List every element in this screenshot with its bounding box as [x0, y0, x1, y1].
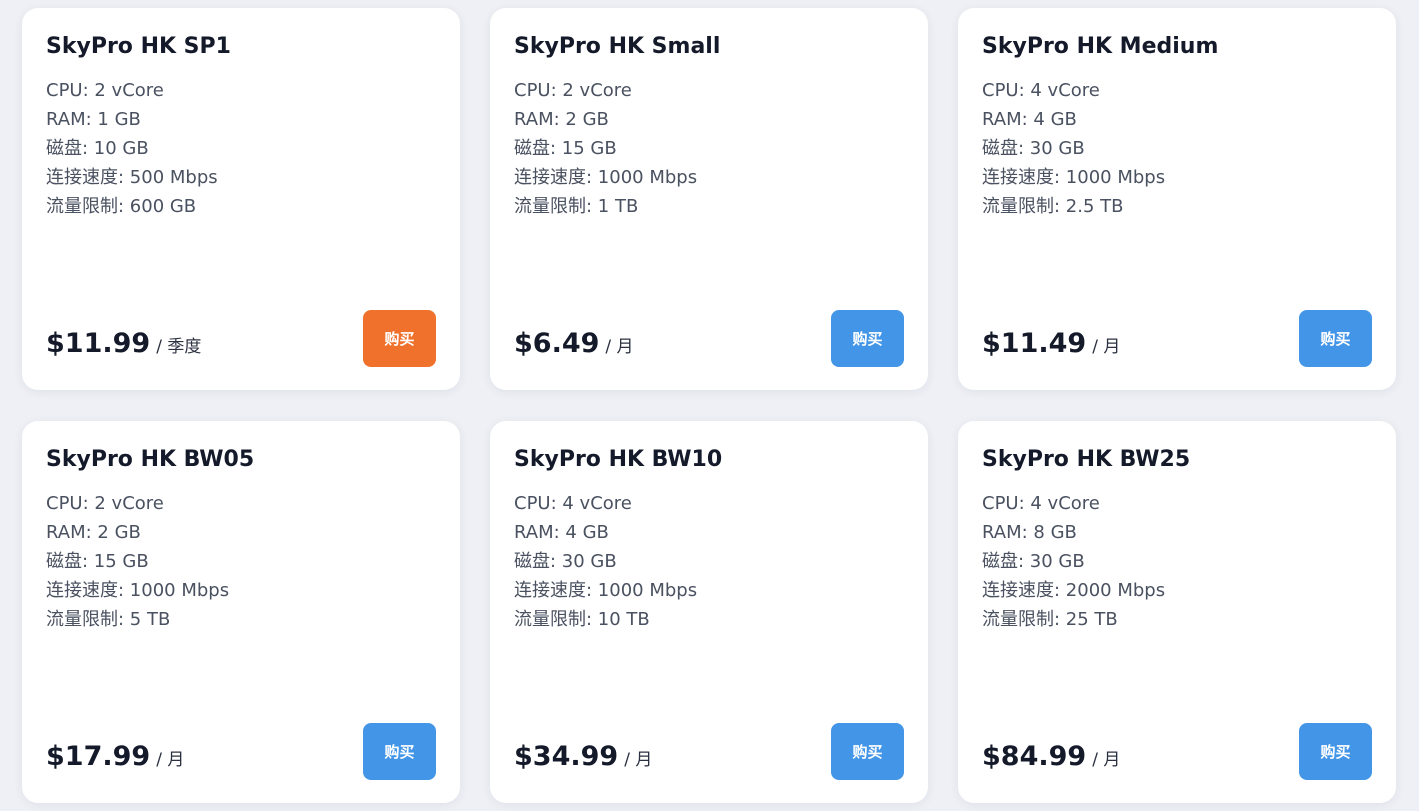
plan-card-small: SkyPro HK Small CPU: 2 vCore RAM: 2 GB 磁…: [490, 8, 928, 390]
billing-period: / 季度: [156, 337, 202, 357]
spec-disk: 磁盘: 30 GB: [982, 138, 1085, 159]
buy-button[interactable]: 购买: [363, 723, 436, 780]
buy-button[interactable]: 购买: [1299, 310, 1372, 367]
spec-disk: 磁盘: 30 GB: [514, 551, 617, 572]
plan-price: $11.99: [46, 328, 151, 359]
plan-specs: CPU: 4 vCore RAM: 8 GB 磁盘: 30 GB 连接速度: 2…: [982, 489, 1165, 634]
plan-specs: CPU: 2 vCore RAM: 2 GB 磁盘: 15 GB 连接速度: 1…: [514, 76, 697, 221]
plan-card-medium: SkyPro HK Medium CPU: 4 vCore RAM: 4 GB …: [958, 8, 1396, 390]
spec-traffic: 流量限制: 5 TB: [46, 609, 171, 630]
spec-traffic: 流量限制: 600 GB: [46, 196, 197, 217]
price-row: $17.99/ 月: [46, 741, 184, 772]
spec-traffic: 流量限制: 25 TB: [982, 609, 1118, 630]
buy-button[interactable]: 购买: [831, 723, 904, 780]
plan-name: SkyPro HK SP1: [46, 34, 231, 59]
buy-button[interactable]: 购买: [363, 310, 436, 367]
spec-speed: 连接速度: 1000 Mbps: [514, 580, 698, 601]
plan-name: SkyPro HK Small: [514, 34, 721, 59]
plan-specs: CPU: 4 vCore RAM: 4 GB 磁盘: 30 GB 连接速度: 1…: [514, 489, 697, 634]
spec-traffic: 流量限制: 10 TB: [514, 609, 650, 630]
plan-grid: SkyPro HK SP1 CPU: 2 vCore RAM: 1 GB 磁盘:…: [0, 0, 1419, 811]
spec-traffic: 流量限制: 2.5 TB: [982, 196, 1124, 217]
buy-button[interactable]: 购买: [831, 310, 904, 367]
spec-cpu: CPU: 2 vCore: [514, 80, 632, 101]
plan-card-bw10: SkyPro HK BW10 CPU: 4 vCore RAM: 4 GB 磁盘…: [490, 421, 928, 803]
spec-disk: 磁盘: 30 GB: [982, 551, 1085, 572]
plan-name: SkyPro HK BW05: [46, 447, 255, 472]
billing-period: / 月: [1092, 337, 1121, 357]
spec-ram: RAM: 4 GB: [514, 522, 609, 543]
plan-name: SkyPro HK Medium: [982, 34, 1219, 59]
price-row: $6.49/ 月: [514, 328, 634, 359]
plan-price: $84.99: [982, 741, 1087, 772]
price-row: $34.99/ 月: [514, 741, 652, 772]
spec-disk: 磁盘: 15 GB: [514, 138, 617, 159]
spec-cpu: CPU: 4 vCore: [514, 493, 632, 514]
spec-ram: RAM: 2 GB: [514, 109, 609, 130]
plan-price: $17.99: [46, 741, 151, 772]
plan-specs: CPU: 2 vCore RAM: 1 GB 磁盘: 10 GB 连接速度: 5…: [46, 76, 218, 221]
plan-specs: CPU: 2 vCore RAM: 2 GB 磁盘: 15 GB 连接速度: 1…: [46, 489, 229, 634]
plan-specs: CPU: 4 vCore RAM: 4 GB 磁盘: 30 GB 连接速度: 1…: [982, 76, 1165, 221]
spec-disk: 磁盘: 15 GB: [46, 551, 149, 572]
billing-period: / 月: [624, 750, 653, 770]
spec-ram: RAM: 8 GB: [982, 522, 1077, 543]
spec-cpu: CPU: 4 vCore: [982, 493, 1100, 514]
spec-disk: 磁盘: 10 GB: [46, 138, 149, 159]
spec-ram: RAM: 2 GB: [46, 522, 141, 543]
plan-card-bw05: SkyPro HK BW05 CPU: 2 vCore RAM: 2 GB 磁盘…: [22, 421, 460, 803]
spec-cpu: CPU: 4 vCore: [982, 80, 1100, 101]
plan-price: $34.99: [514, 741, 619, 772]
plan-card-sp1: SkyPro HK SP1 CPU: 2 vCore RAM: 1 GB 磁盘:…: [22, 8, 460, 390]
billing-period: / 月: [1092, 750, 1121, 770]
spec-speed: 连接速度: 1000 Mbps: [982, 167, 1166, 188]
spec-ram: RAM: 4 GB: [982, 109, 1077, 130]
billing-period: / 月: [156, 750, 185, 770]
plan-card-bw25: SkyPro HK BW25 CPU: 4 vCore RAM: 8 GB 磁盘…: [958, 421, 1396, 803]
spec-speed: 连接速度: 1000 Mbps: [514, 167, 698, 188]
buy-button[interactable]: 购买: [1299, 723, 1372, 780]
spec-speed: 连接速度: 500 Mbps: [46, 167, 218, 188]
spec-cpu: CPU: 2 vCore: [46, 80, 164, 101]
plan-price: $6.49: [514, 328, 600, 359]
plan-price: $11.49: [982, 328, 1087, 359]
price-row: $11.49/ 月: [982, 328, 1120, 359]
spec-speed: 连接速度: 2000 Mbps: [982, 580, 1166, 601]
price-row: $84.99/ 月: [982, 741, 1120, 772]
spec-speed: 连接速度: 1000 Mbps: [46, 580, 230, 601]
price-row: $11.99/ 季度: [46, 328, 201, 359]
plan-name: SkyPro HK BW10: [514, 447, 723, 472]
spec-cpu: CPU: 2 vCore: [46, 493, 164, 514]
spec-traffic: 流量限制: 1 TB: [514, 196, 639, 217]
plan-name: SkyPro HK BW25: [982, 447, 1191, 472]
spec-ram: RAM: 1 GB: [46, 109, 141, 130]
billing-period: / 月: [605, 337, 634, 357]
